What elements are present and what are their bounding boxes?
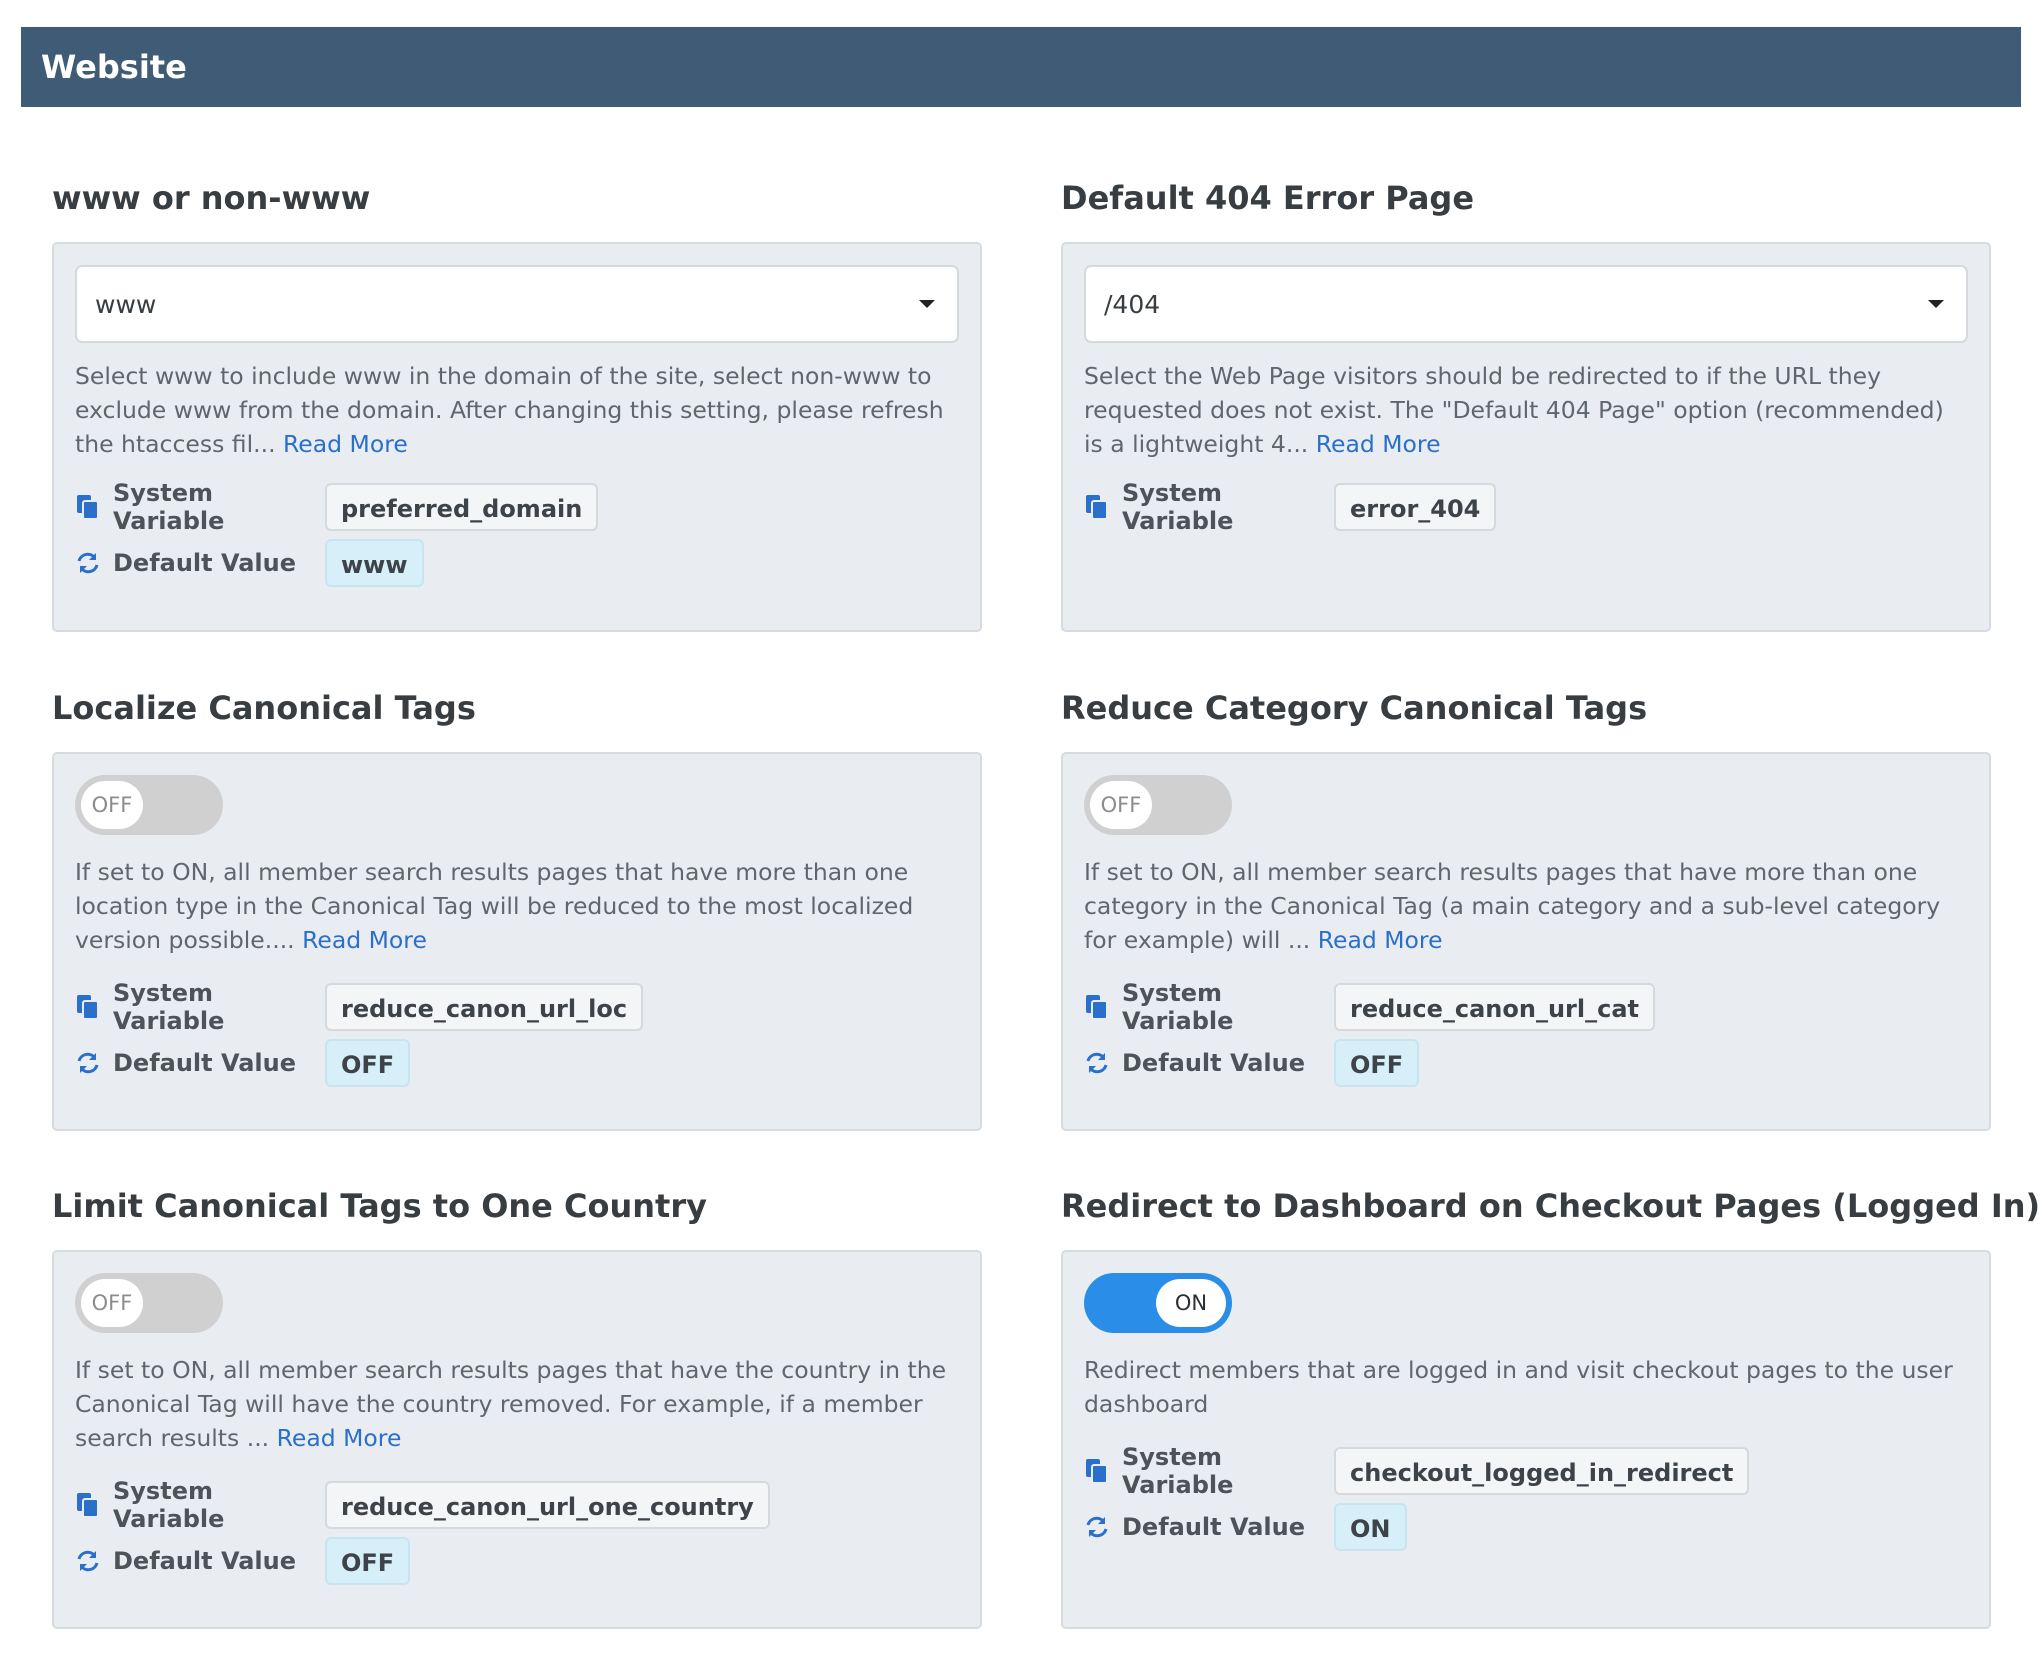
refresh-icon: [77, 1550, 99, 1572]
setting-panel: OFF If set to ON, all member search resu…: [1061, 752, 1991, 1131]
checkout-redirect-toggle[interactable]: ON: [1084, 1273, 1232, 1333]
refresh-icon: [77, 1052, 99, 1074]
default-value-row: Default Value OFF: [75, 1035, 959, 1091]
default-value-row: Default Value OFF: [1084, 1035, 1968, 1091]
system-variable-row: System Variable reduce_canon_url_one_cou…: [75, 1477, 959, 1533]
read-more-link[interactable]: Read More: [1318, 926, 1443, 954]
select-value: /404: [1104, 289, 1161, 319]
copy-icon: [77, 495, 99, 520]
reduce-category-canonical-toggle[interactable]: OFF: [1084, 775, 1232, 835]
description-text: If set to ON, all member search results …: [1084, 858, 1941, 954]
system-variable-label: System Variable: [113, 979, 225, 1035]
toggle-knob: ON: [1156, 1279, 1226, 1327]
system-variable-value: reduce_canon_url_loc: [325, 983, 644, 1031]
toggle-knob: OFF: [1090, 781, 1152, 829]
system-variable-row: System Variable preferred_domain: [75, 479, 959, 535]
read-more-link[interactable]: Read More: [283, 430, 408, 458]
setting-localize-canonical: Localize Canonical Tags OFF If set to ON…: [52, 688, 982, 1131]
caret-down-icon: [1928, 300, 1944, 308]
error-404-select[interactable]: /404: [1084, 265, 1968, 343]
system-variable-label: System Variable: [113, 479, 225, 535]
system-variable-label: System Variable: [1122, 979, 1234, 1035]
setting-description: Select the Web Page visitors should be r…: [1084, 359, 1968, 461]
toggle-knob: OFF: [81, 781, 143, 829]
localize-canonical-toggle[interactable]: OFF: [75, 775, 223, 835]
setting-title: www or non-www: [52, 179, 371, 217]
description-text: Redirect members that are logged in and …: [1084, 1356, 1953, 1418]
limit-canonical-country-toggle[interactable]: OFF: [75, 1273, 223, 1333]
system-variable-value: checkout_logged_in_redirect: [1334, 1447, 1750, 1495]
setting-preferred-domain: www or non-www www Select www to include…: [52, 178, 982, 632]
setting-reduce-category-canonical: Reduce Category Canonical Tags OFF If se…: [1061, 688, 1991, 1131]
setting-title: Localize Canonical Tags: [52, 689, 476, 727]
system-variable-label: System Variable: [113, 1477, 225, 1533]
copy-icon: [1086, 495, 1108, 520]
system-variable-value: error_404: [1334, 483, 1497, 531]
system-variable-row: System Variable error_404: [1084, 479, 1968, 535]
read-more-link[interactable]: Read More: [1316, 430, 1441, 458]
system-variable-row: System Variable checkout_logged_in_redir…: [1084, 1443, 1968, 1499]
refresh-icon: [1086, 1516, 1108, 1538]
default-value-row: Default Value OFF: [75, 1533, 959, 1589]
description-text: Select www to include www in the domain …: [75, 362, 944, 458]
preferred-domain-select[interactable]: www: [75, 265, 959, 343]
default-value-label: Default Value: [113, 549, 297, 577]
copy-icon: [77, 995, 99, 1020]
read-more-link[interactable]: Read More: [302, 926, 427, 954]
setting-title: Redirect to Dashboard on Checkout Pages …: [1061, 1187, 2041, 1225]
setting-panel: www Select www to include www in the dom…: [52, 242, 982, 632]
copy-icon: [1086, 995, 1108, 1020]
setting-description: If set to ON, all member search results …: [75, 1353, 959, 1455]
system-variable-value: reduce_canon_url_one_country: [325, 1481, 770, 1529]
default-value-row: Default Value ON: [1084, 1499, 1968, 1555]
setting-title: Limit Canonical Tags to One Country: [52, 1187, 707, 1225]
default-value-chip: OFF: [325, 1039, 411, 1087]
section-header: Website: [21, 27, 2021, 107]
default-value-chip: OFF: [325, 1537, 411, 1585]
default-value-label: Default Value: [113, 1049, 297, 1077]
system-variable-label: System Variable: [1122, 1443, 1234, 1499]
setting-limit-canonical-country: Limit Canonical Tags to One Country OFF …: [52, 1186, 982, 1629]
copy-icon: [1086, 1459, 1108, 1484]
setting-title: Default 404 Error Page: [1061, 179, 1475, 217]
select-value: www: [95, 289, 157, 319]
setting-panel: ON Redirect members that are logged in a…: [1061, 1250, 1991, 1629]
default-value-label: Default Value: [1122, 1049, 1306, 1077]
setting-title: Reduce Category Canonical Tags: [1061, 689, 1648, 727]
setting-panel: /404 Select the Web Page visitors should…: [1061, 242, 1991, 632]
setting-description: Redirect members that are logged in and …: [1084, 1353, 1968, 1421]
caret-down-icon: [919, 300, 935, 308]
setting-description: Select www to include www in the domain …: [75, 359, 959, 461]
default-value-chip: www: [325, 539, 424, 587]
setting-panel: OFF If set to ON, all member search resu…: [52, 1250, 982, 1629]
copy-icon: [77, 1493, 99, 1518]
default-value-label: Default Value: [1122, 1513, 1306, 1541]
system-variable-row: System Variable reduce_canon_url_cat: [1084, 979, 1968, 1035]
section-title: Website: [41, 48, 187, 86]
toggle-knob: OFF: [81, 1279, 143, 1327]
setting-description: If set to ON, all member search results …: [75, 855, 959, 957]
setting-error-404: Default 404 Error Page /404 Select the W…: [1061, 178, 1991, 632]
setting-panel: OFF If set to ON, all member search resu…: [52, 752, 982, 1131]
description-text: Select the Web Page visitors should be r…: [1084, 362, 1944, 458]
refresh-icon: [1086, 1052, 1108, 1074]
default-value-row: Default Value www: [75, 535, 959, 591]
default-value-chip: OFF: [1334, 1039, 1420, 1087]
read-more-link[interactable]: Read More: [277, 1424, 402, 1452]
description-text: If set to ON, all member search results …: [75, 1356, 947, 1452]
system-variable-label: System Variable: [1122, 479, 1234, 535]
setting-checkout-redirect: Redirect to Dashboard on Checkout Pages …: [1061, 1186, 2041, 1629]
system-variable-value: reduce_canon_url_cat: [1334, 983, 1656, 1031]
system-variable-row: System Variable reduce_canon_url_loc: [75, 979, 959, 1035]
system-variable-value: preferred_domain: [325, 483, 599, 531]
default-value-chip: ON: [1334, 1503, 1407, 1551]
refresh-icon: [77, 552, 99, 574]
default-value-label: Default Value: [113, 1547, 297, 1575]
setting-description: If set to ON, all member search results …: [1084, 855, 1968, 957]
description-text: If set to ON, all member search results …: [75, 858, 914, 954]
